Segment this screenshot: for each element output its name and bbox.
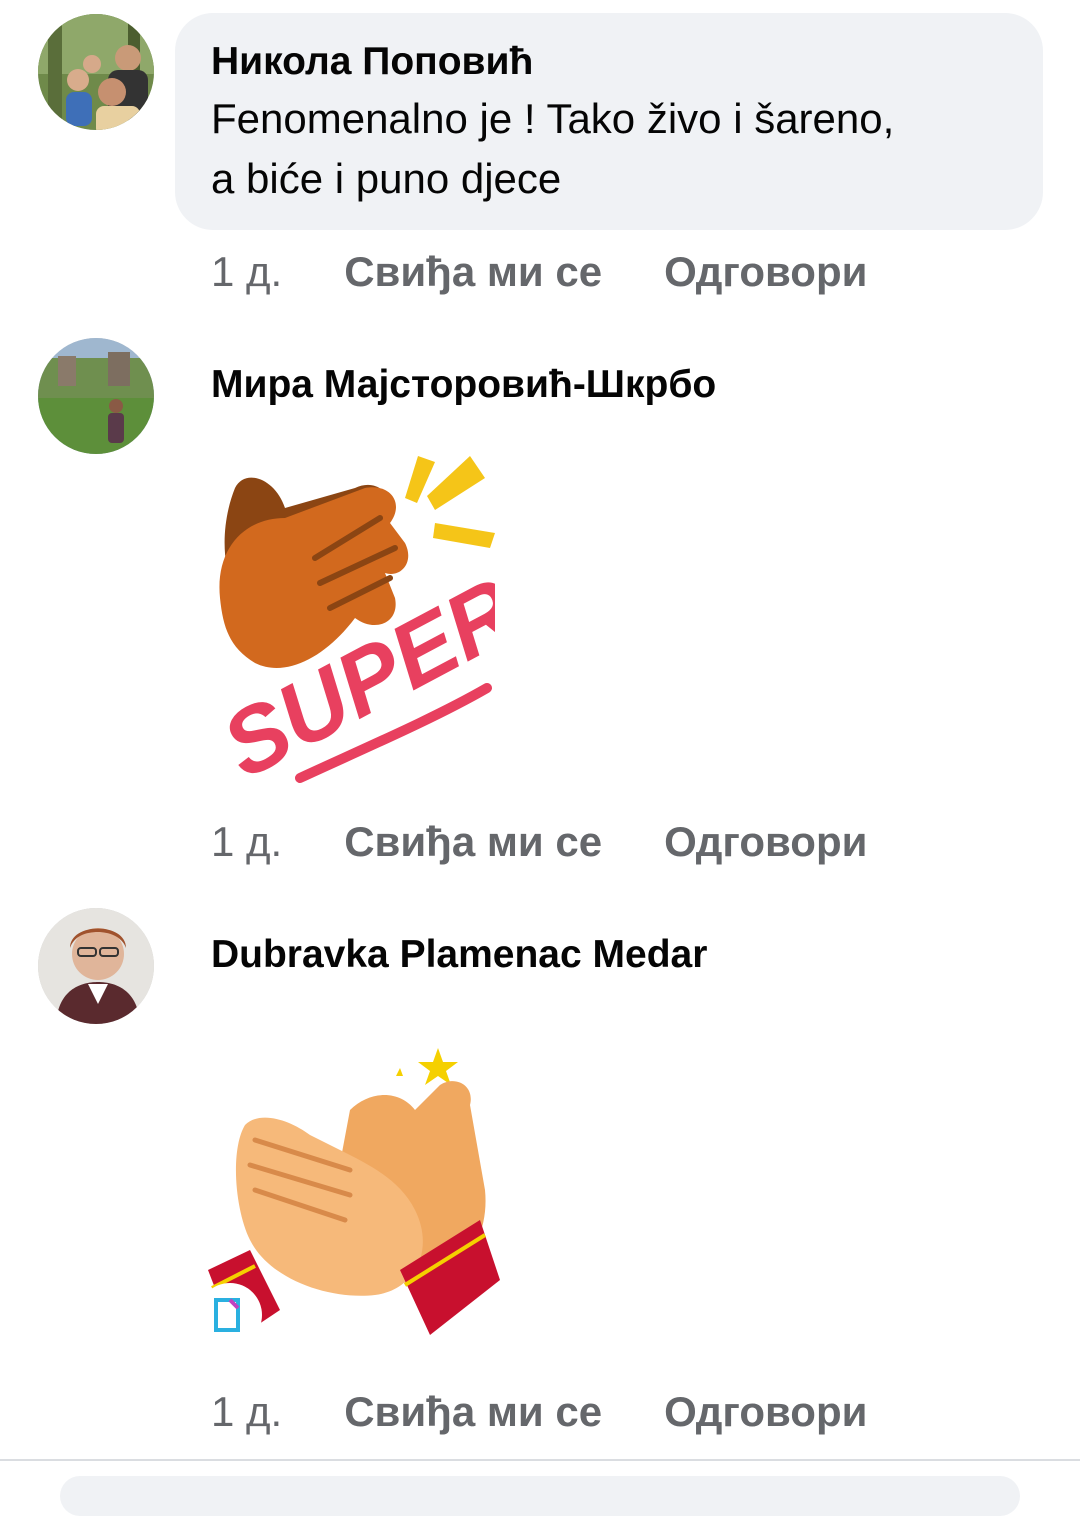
- like-button[interactable]: Свиђа ми се: [344, 1388, 602, 1436]
- comment-actions: 1 д. Свиђа ми се Одговори: [211, 818, 867, 866]
- comment-author[interactable]: Мира Мајсторовић-Шкрбо: [211, 362, 716, 408]
- comment-timestamp[interactable]: 1 д.: [211, 818, 282, 866]
- comment-text: Fenomenalno je ! Tako živo i šareno, a b…: [211, 89, 1011, 209]
- comment-author[interactable]: Никола Поповић: [211, 39, 1043, 85]
- comment-actions: 1 д. Свиђа ми се Одговори: [211, 1388, 867, 1436]
- clapping-hands-icon: [198, 1048, 500, 1347]
- like-button[interactable]: Свиђа ми се: [344, 248, 602, 296]
- comment-timestamp[interactable]: 1 д.: [211, 248, 282, 296]
- avatar-photo: [38, 338, 154, 454]
- comment-text-line: a biće i puno djece: [211, 155, 562, 202]
- super-sticker[interactable]: SUPER!: [205, 448, 561, 798]
- reply-button[interactable]: Одговори: [664, 248, 867, 296]
- comment-bubble: Никола Поповић Fenomenalno je ! Tako živ…: [175, 13, 1043, 230]
- reply-button[interactable]: Одговори: [664, 818, 867, 866]
- comment-actions: 1 д. Свиђа ми се Одговори: [211, 248, 867, 296]
- clapping-hands-icon: SUPER!: [207, 456, 561, 798]
- comment-author[interactable]: Dubravka Plamenac Medar: [211, 932, 707, 978]
- reply-button[interactable]: Одговори: [664, 1388, 867, 1436]
- clapping-sticker[interactable]: [198, 1040, 510, 1360]
- like-button[interactable]: Свиђа ми се: [344, 818, 602, 866]
- comment-timestamp[interactable]: 1 д.: [211, 1388, 282, 1436]
- divider: [0, 1459, 1080, 1461]
- avatar-photo: [38, 908, 154, 1024]
- avatar[interactable]: [38, 338, 154, 454]
- avatar[interactable]: [38, 14, 154, 130]
- avatar-photo: [38, 14, 154, 130]
- comment-input[interactable]: [60, 1476, 1020, 1516]
- comment-text-line: Fenomenalno je ! Tako živo i šareno,: [211, 95, 895, 142]
- avatar[interactable]: [38, 908, 154, 1024]
